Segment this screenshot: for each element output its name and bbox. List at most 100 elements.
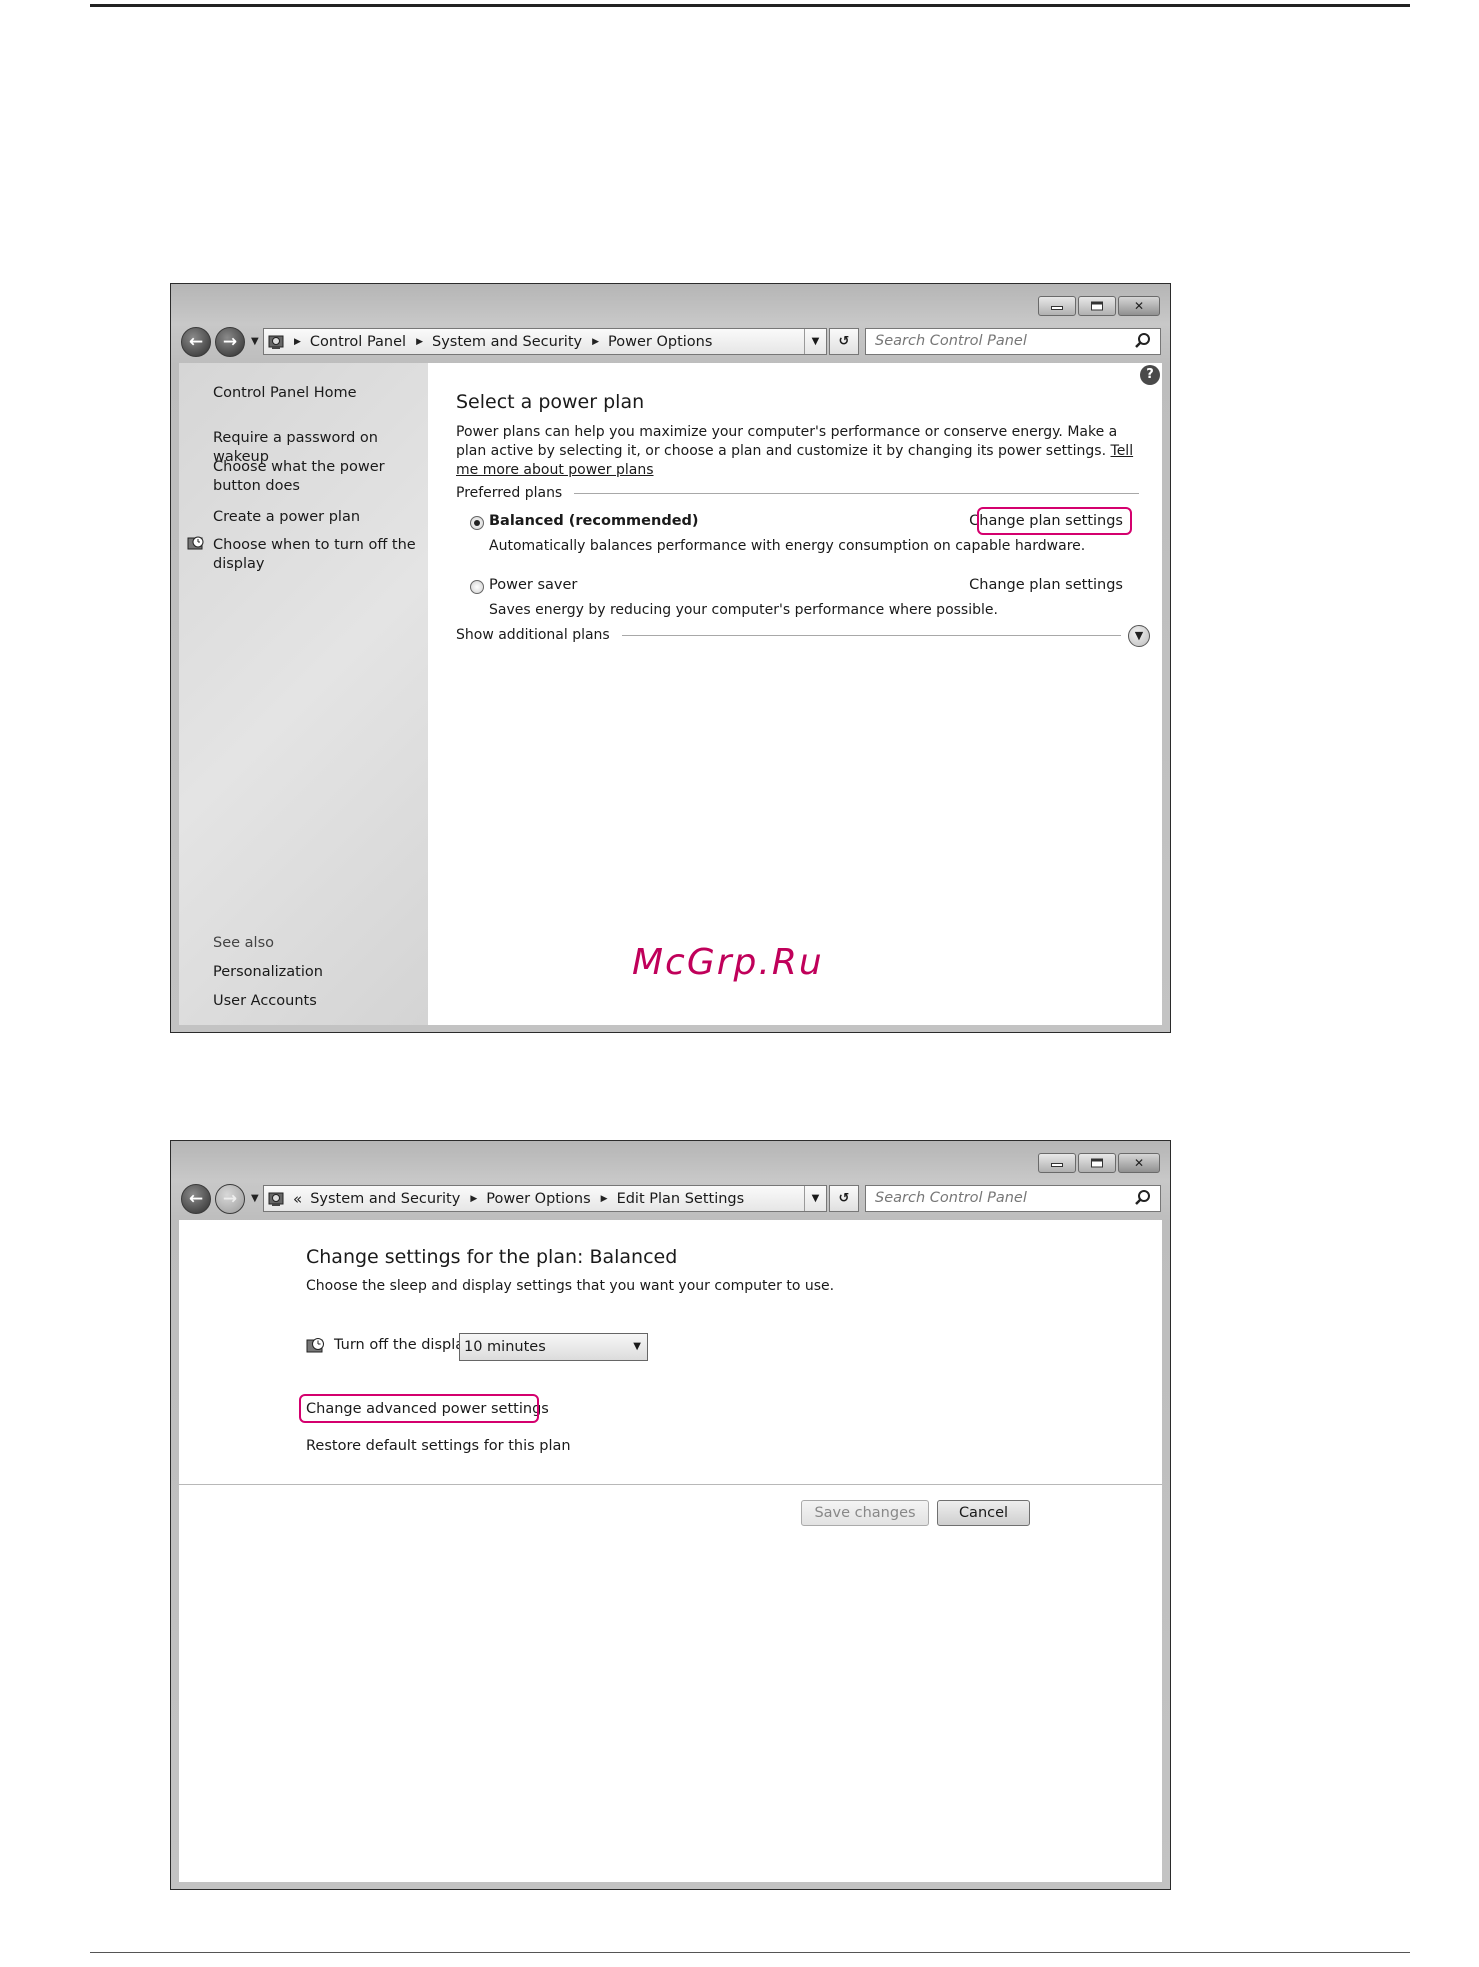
minimize-icon	[1051, 1163, 1063, 1168]
plan-desc-power-saver: Saves energy by reducing your computer's…	[489, 602, 998, 618]
breadcrumb-system-and-security[interactable]: System and Security	[310, 1191, 460, 1207]
sidebar-item-create-plan[interactable]: Create a power plan	[213, 508, 423, 527]
highlight-frame	[977, 507, 1132, 535]
display-timer-icon	[187, 536, 204, 550]
maximize-button[interactable]	[1078, 1153, 1116, 1173]
divider	[574, 492, 1139, 494]
page-bottom-rule	[90, 1952, 1410, 1953]
breadcrumb-system-and-security[interactable]: System and Security	[432, 334, 582, 350]
minimize-icon	[1051, 306, 1063, 311]
display-timer-icon	[306, 1338, 324, 1353]
power-options-window: ✕ ← → ▼ ▶ Control Panel ▶ System and Sec…	[170, 283, 1171, 1033]
control-panel-icon	[267, 333, 287, 351]
show-additional-plans-label[interactable]: Show additional plans	[456, 627, 610, 643]
breadcrumb-separator[interactable]: ▶	[416, 337, 423, 347]
breadcrumb-separator[interactable]: ▶	[470, 1194, 477, 1204]
back-arrow-icon: ←	[188, 332, 204, 352]
address-dropdown[interactable]: ▼	[804, 329, 826, 354]
restore-defaults-link[interactable]: Restore default settings for this plan	[306, 1438, 571, 1454]
breadcrumb-control-panel[interactable]: Control Panel	[310, 334, 406, 350]
divider	[621, 634, 1121, 636]
address-bar[interactable]: « System and Security ▶ Power Options ▶ …	[263, 1185, 827, 1212]
intro-text: Power plans can help you maximize your c…	[456, 423, 1136, 480]
control-panel-icon	[267, 1190, 287, 1208]
search-icon[interactable]	[1134, 332, 1152, 350]
window-client-area: Control Panel Home Require a password on…	[179, 363, 1162, 1025]
forward-button[interactable]: →	[215, 1184, 245, 1214]
close-button[interactable]: ✕	[1118, 296, 1160, 316]
breadcrumb-power-options[interactable]: Power Options	[608, 334, 712, 350]
back-button[interactable]: ←	[181, 1184, 211, 1214]
close-icon: ✕	[1133, 299, 1145, 313]
search-icon[interactable]	[1134, 1189, 1152, 1207]
edit-plan-settings-window: ✕ ← → ▼ « System and Security ▶ Power Op…	[170, 1140, 1171, 1890]
breadcrumb-separator[interactable]: ▶	[601, 1194, 608, 1204]
page-title: Change settings for the plan: Balanced	[306, 1246, 678, 1268]
caption-buttons: ✕	[1038, 296, 1160, 316]
sidebar-link-personalization[interactable]: Personalization	[213, 963, 423, 982]
recent-pages-dropdown[interactable]: ▼	[251, 336, 259, 347]
refresh-icon: ↺	[838, 1191, 850, 1206]
back-button[interactable]: ←	[181, 327, 211, 357]
plan-name-power-saver[interactable]: Power saver	[468, 577, 577, 593]
help-icon[interactable]: ?	[1140, 365, 1160, 385]
breadcrumb-overflow[interactable]: «	[293, 1190, 302, 1208]
highlight-frame	[299, 1394, 539, 1423]
intro-body: Power plans can help you maximize your c…	[456, 424, 1118, 459]
sidebar-item-turn-off-display[interactable]: Choose when to turn off the display	[213, 536, 423, 574]
change-plan-settings-power-saver[interactable]: Change plan settings	[969, 577, 1123, 593]
back-arrow-icon: ←	[188, 1189, 204, 1209]
address-bar[interactable]: ▶ Control Panel ▶ System and Security ▶ …	[263, 328, 827, 355]
breadcrumb-separator[interactable]: ▶	[592, 337, 599, 347]
navigation-row: ← → ▼ ▶ Control Panel ▶ System and Secur…	[181, 326, 1161, 357]
sidebar-control-panel-home[interactable]: Control Panel Home	[213, 384, 423, 403]
refresh-icon: ↺	[838, 334, 850, 349]
show-additional-plans-header[interactable]: Show additional plans	[456, 627, 1121, 643]
breadcrumb-power-options[interactable]: Power Options	[486, 1191, 590, 1207]
forward-arrow-icon: →	[222, 1189, 238, 1209]
plan-name-balanced[interactable]: Balanced (recommended)	[468, 513, 699, 529]
turn-off-display-select[interactable]: 10 minutes ▼	[459, 1333, 648, 1361]
forward-button[interactable]: →	[215, 327, 245, 357]
recent-pages-dropdown[interactable]: ▼	[251, 1193, 259, 1204]
watermark: McGrp.Ru	[632, 942, 824, 983]
search-input[interactable]: Search Control Panel	[865, 1185, 1161, 1212]
chevron-down-icon: ▼	[633, 1341, 641, 1352]
search-placeholder: Search Control Panel	[875, 333, 1027, 349]
plan-desc-balanced: Automatically balances performance with …	[489, 538, 1086, 554]
turn-off-display-label: Turn off the display:	[334, 1337, 477, 1353]
maximize-icon	[1091, 1158, 1103, 1168]
maximize-button[interactable]	[1078, 296, 1116, 316]
forward-arrow-icon: →	[222, 332, 238, 352]
see-also-heading: See also	[213, 935, 274, 951]
breadcrumb-separator: ▶	[294, 336, 301, 347]
cancel-button[interactable]: Cancel	[937, 1500, 1030, 1526]
expand-button[interactable]: ▼	[1128, 625, 1150, 647]
preferred-plans-label: Preferred plans	[456, 485, 563, 501]
close-button[interactable]: ✕	[1118, 1153, 1160, 1173]
maximize-icon	[1091, 301, 1103, 311]
search-placeholder: Search Control Panel	[875, 1190, 1027, 1206]
search-input[interactable]: Search Control Panel	[865, 328, 1161, 355]
page-title: Select a power plan	[456, 391, 645, 413]
refresh-button[interactable]: ↺	[829, 328, 859, 355]
chevron-down-icon: ▼	[1134, 629, 1144, 642]
page-subtitle: Choose the sleep and display settings th…	[306, 1278, 835, 1294]
minimize-button[interactable]	[1038, 1153, 1076, 1173]
breadcrumb-edit-plan-settings[interactable]: Edit Plan Settings	[617, 1191, 745, 1207]
save-changes-button[interactable]: Save changes	[801, 1500, 929, 1526]
divider	[179, 1484, 1162, 1485]
navigation-row: ← → ▼ « System and Security ▶ Power Opti…	[181, 1183, 1161, 1214]
address-dropdown[interactable]: ▼	[804, 1186, 826, 1211]
minimize-button[interactable]	[1038, 296, 1076, 316]
refresh-button[interactable]: ↺	[829, 1185, 859, 1212]
sidebar: Control Panel Home Require a password on…	[179, 363, 428, 1025]
main-content: ? Select a power plan Power plans can he…	[428, 363, 1162, 1025]
select-value: 10 minutes	[464, 1339, 546, 1355]
caption-buttons: ✕	[1038, 1153, 1160, 1173]
preferred-plans-header: Preferred plans	[456, 485, 1139, 501]
page-top-rule	[90, 4, 1410, 7]
sidebar-item-power-button[interactable]: Choose what the power button does	[213, 458, 428, 496]
close-icon: ✕	[1133, 1156, 1145, 1170]
sidebar-link-user-accounts[interactable]: User Accounts	[213, 992, 423, 1011]
